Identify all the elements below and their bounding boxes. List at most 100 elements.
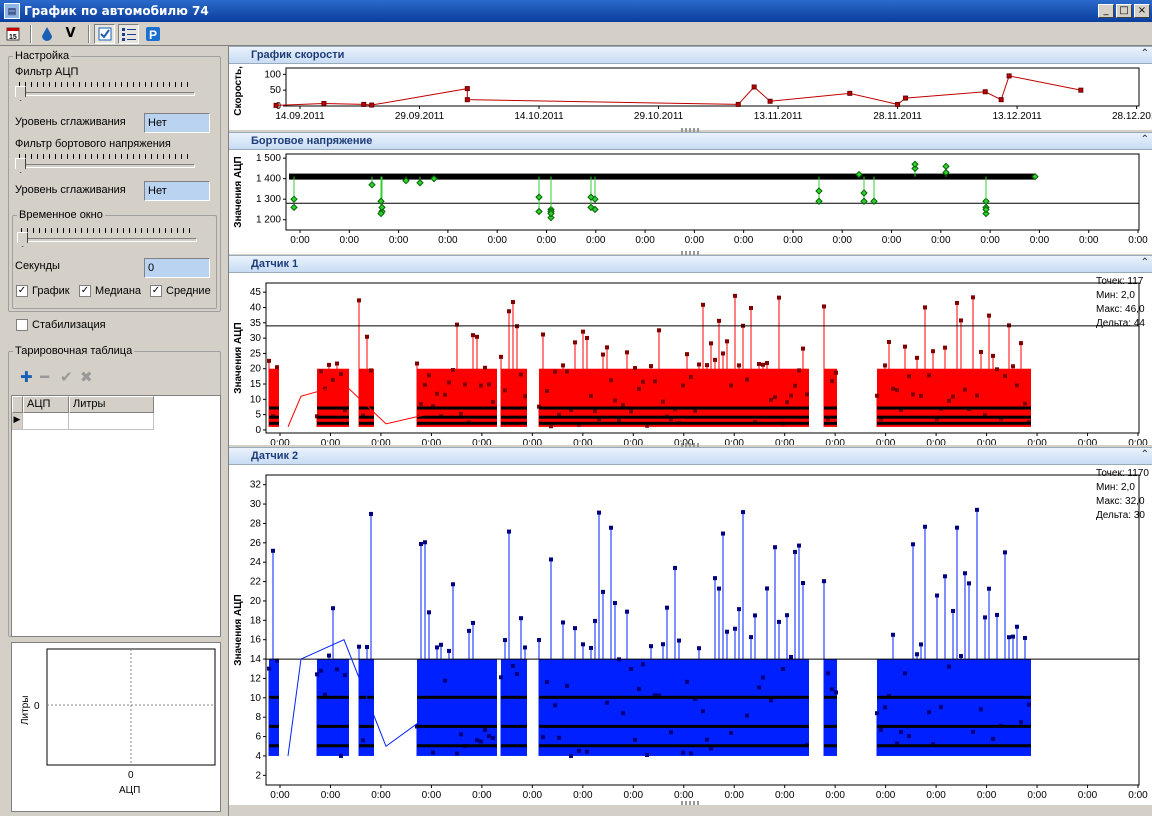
sensor1-point [1007,323,1011,328]
voltage-filter-slider[interactable] [15,154,195,174]
calibration-chart-svg: 0 0 АЦП Литры [20,648,216,796]
speed-point [982,89,988,95]
adc-filter-slider[interactable] [15,82,195,102]
minimize-button[interactable]: _ [1098,4,1114,18]
smoothing-field-2[interactable]: Нет [144,181,210,201]
sensor1-point [419,401,423,406]
calibration-chart: 0 0 АЦП Литры [11,642,221,812]
x-tick-label: 0:00 [624,438,644,445]
seconds-field[interactable]: 0 [144,258,210,278]
x-tick-label: 0:00 [685,235,705,246]
sensor2-point [471,620,475,625]
splitter-grip[interactable] [681,801,701,805]
slider-thumb[interactable] [15,86,26,101]
sensor1-point [907,374,911,379]
calibration-table[interactable]: АЦП Литры ▶ [11,395,221,637]
sensor2-panel-header[interactable]: Датчик 2 ⌃ [229,447,1152,465]
sensor1-point [327,362,331,367]
sensor2-point [439,642,443,647]
sensor2-point [737,607,741,612]
sensor2-point [995,612,999,617]
sensor2-point [661,642,665,647]
sensor1-point [625,350,629,355]
cell-liters[interactable] [69,413,154,430]
voltage-panel: Бортовое напряжение ⌃ 1 200 1 300 1 400 1 50… [229,132,1152,254]
sensor2-point [419,541,423,546]
splitter-grip[interactable] [681,251,701,255]
cancel-icon[interactable]: ✖ [80,368,93,386]
sensor2-point [637,686,641,691]
x-tick-label: 0:00 [422,790,442,801]
sensor1-panel-header[interactable]: Датчик 1 ⌃ [229,255,1152,273]
x-tick-label: 0:00 [1078,438,1098,445]
column-adc[interactable]: АЦП [23,396,69,413]
sensor1-point [507,309,511,314]
calibration-legend: Тарировочная таблица [15,345,133,357]
sensor2-density-band [824,659,837,756]
maximize-button[interactable]: □ [1116,4,1132,18]
list-button[interactable] [118,23,139,44]
x-tick-label: 0:00 [371,438,391,445]
y-tick-label: 2 [255,770,261,781]
x-tick-label: 0:00 [472,790,492,801]
sensor1-point [459,412,463,417]
close-button[interactable]: × [1134,4,1150,18]
sensor1-point [339,372,343,377]
x-tick-label: 0:00 [537,235,557,246]
sensor2-marker-row [501,744,527,748]
sensor1-point [725,339,729,344]
calendar-button[interactable]: 15 [2,24,23,44]
sensor2-point [785,613,789,618]
sensor1-point [765,361,769,366]
sensor2-point [911,542,915,547]
check-button[interactable] [94,23,115,44]
voltage-button[interactable]: V [60,24,81,44]
stabilization-checkbox[interactable]: Стабилизация [16,319,106,331]
voltage-filter-label: Фильтр бортового напряжения [15,138,171,150]
sensor1-marker-row [317,421,349,425]
sensor1-point [947,398,951,403]
average-checkbox[interactable]: ✓ Средние [150,285,211,297]
slider-thumb[interactable] [17,232,28,247]
slider-thumb[interactable] [15,158,26,173]
sensor2-point [677,638,681,643]
y-tick-label: 22 [250,577,262,588]
sensor1-point [267,358,271,363]
sensor2-marker-row [539,744,809,748]
y-tick-label: 1 200 [256,215,281,226]
cell-adc[interactable] [23,413,69,430]
sensor1-point [979,349,983,354]
collapse-icon[interactable]: ⌃ [1141,48,1149,59]
speed-panel-header[interactable]: График скорости ⌃ [229,46,1152,64]
sensor2-point [673,565,677,570]
add-row-icon[interactable]: ✚ [20,368,33,386]
sensor2-point [621,711,625,716]
table-row[interactable]: ▶ [12,413,220,430]
x-tick-label: 0:00 [321,438,341,445]
sensor2-point [769,698,773,703]
x-tick-label: 0:00 [573,438,593,445]
time-window-slider[interactable] [17,228,197,248]
x-tick-label: 0:00 [1079,235,1099,246]
graph-checkbox[interactable]: ✓ График [16,285,70,297]
collapse-icon[interactable]: ⌃ [1141,257,1149,268]
collapse-icon[interactable]: ⌃ [1141,449,1149,460]
drop-button[interactable] [36,24,57,44]
column-liters[interactable]: Литры [69,396,154,413]
x-tick-label: 0:00 [980,235,1000,246]
sensor2-point [499,675,503,680]
splitter-grip[interactable] [681,443,701,447]
sensor1-point [987,313,991,318]
collapse-icon[interactable]: ⌃ [1141,134,1149,145]
voltage-panel-header[interactable]: Бортовое напряжение ⌃ [229,132,1152,150]
x-tick-label: 0:00 [775,790,795,801]
parking-button[interactable]: P [142,24,163,44]
smoothing-field-1[interactable]: Нет [144,113,210,133]
remove-row-icon[interactable]: ━ [40,368,49,386]
sensor1-marker-row [877,421,1031,425]
splitter-grip[interactable] [681,128,701,132]
sensor1-point [475,334,479,339]
sensor2-point [361,738,365,743]
median-checkbox[interactable]: ✓ Медиана [79,285,141,297]
confirm-icon[interactable]: ✔ [60,368,73,386]
